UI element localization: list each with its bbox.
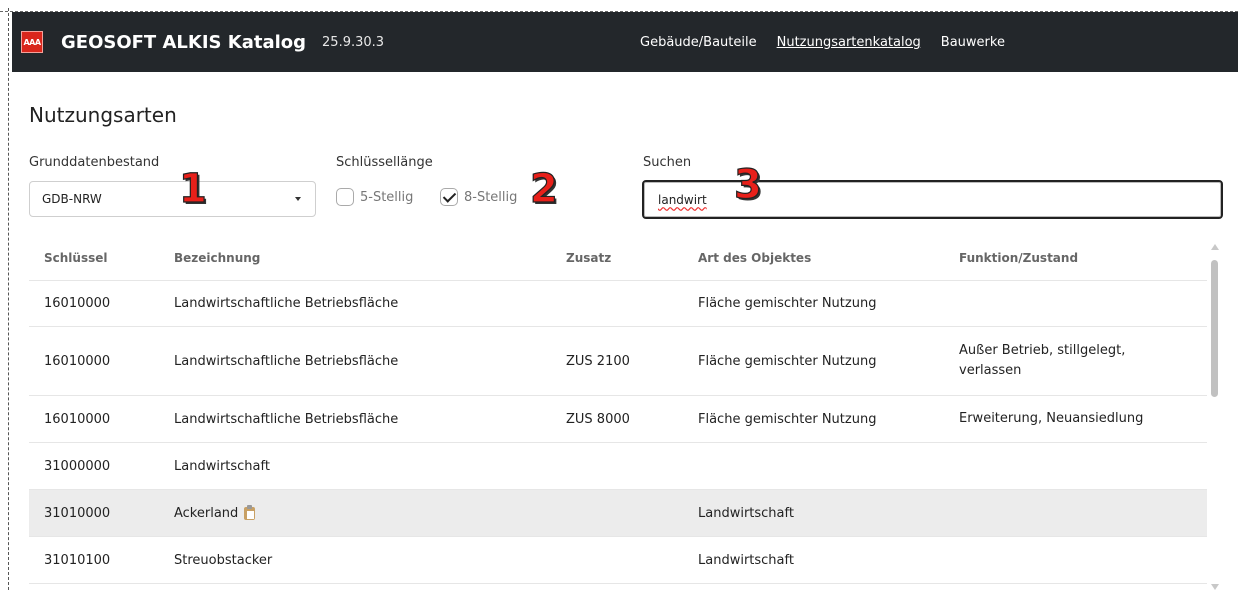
cell-funktion [959, 443, 1189, 489]
clipboard-icon[interactable] [244, 504, 256, 520]
grunddatenbestand-label: Grunddatenbestand [29, 155, 160, 170]
navbar: AAA GEOSOFT ALKIS Katalog 25.9.30.3 Gebä… [12, 12, 1238, 72]
results-table: Schlüssel Bezeichnung Zusatz Art des Obj… [29, 236, 1207, 584]
column-header-zusatz[interactable]: Zusatz [566, 236, 611, 280]
checkbox-box-5[interactable] [336, 188, 354, 206]
nav-nutzungsartenkatalog[interactable]: Nutzungsartenkatalog [777, 35, 921, 50]
cell-schluessel: 16010000 [44, 296, 111, 311]
cell-bezeichnung: Landwirtschaftliche Betriebsfläche [174, 353, 399, 369]
search-input[interactable]: landwirt [642, 180, 1223, 219]
column-header-funktion-zustand[interactable]: Funktion/Zustand [959, 236, 1189, 280]
column-header-schluessel[interactable]: Schlüssel [44, 236, 108, 280]
cell-schluessel: 31000000 [44, 458, 111, 474]
checkbox-box-8[interactable] [440, 188, 458, 206]
cell-bezeichnung: Ackerland [174, 505, 239, 521]
cell-art: Fläche gemischter Nutzung [698, 296, 877, 311]
scrollbar-thumb[interactable] [1211, 260, 1218, 397]
window-frame-top [0, 0, 1238, 12]
version-label: 25.9.30.3 [322, 34, 385, 50]
grunddatenbestand-value: GDB-NRW [42, 192, 102, 206]
checkbox-5-stellig[interactable]: 5-Stellig [336, 188, 413, 206]
scroll-up-arrow-icon[interactable] [1211, 244, 1219, 250]
checkbox-8-stellig[interactable]: 8-Stellig [440, 188, 517, 206]
schluessellaenge-label: Schlüssellänge [336, 155, 433, 170]
column-header-art-des-objektes[interactable]: Art des Objektes [698, 236, 811, 280]
checkbox-5-label: 5-Stellig [360, 189, 414, 205]
cell-schluessel: 16010000 [44, 411, 111, 427]
cell-schluessel: 16010000 [44, 353, 111, 369]
annotation-3: 3 [733, 162, 762, 208]
cell-funktion: Erweiterung, Neuansiedlung [959, 411, 1144, 426]
table-header: Schlüssel Bezeichnung Zusatz Art des Obj… [29, 236, 1207, 281]
annotation-1: 1 [178, 166, 207, 212]
column-header-bezeichnung[interactable]: Bezeichnung [174, 236, 260, 280]
cell-funktion [959, 281, 1189, 326]
cell-bezeichnung: Landwirtschaft [174, 458, 270, 474]
table-row[interactable]: 31010100 Streuobstacker Landwirtschaft [29, 537, 1207, 584]
cell-schluessel: 31010000 [44, 505, 111, 521]
annotation-2: 2 [529, 166, 558, 212]
cell-bezeichnung: Streuobstacker [174, 552, 273, 568]
grunddatenbestand-select[interactable]: GDB-NRW [29, 181, 316, 217]
cell-art: Landwirtschaft [698, 505, 794, 521]
search-label: Suchen [643, 155, 692, 170]
page-title: Nutzungsarten [29, 103, 177, 127]
cell-art: Fläche gemischter Nutzung [698, 411, 877, 427]
table-row[interactable]: 16010000 Landwirtschaftliche Betriebsflä… [29, 281, 1207, 327]
cell-bezeichnung: Landwirtschaftliche Betriebsfläche [174, 411, 399, 427]
chevron-down-icon [295, 197, 301, 201]
table-row[interactable]: 31000000 Landwirtschaft [29, 443, 1207, 490]
scroll-down-arrow-icon[interactable] [1211, 584, 1219, 590]
cell-bezeichnung: Landwirtschaftliche Betriebsfläche [174, 296, 399, 311]
cell-art: Landwirtschaft [698, 552, 794, 568]
table-scrollbar[interactable] [1208, 236, 1222, 590]
nav-bauwerke[interactable]: Bauwerke [941, 35, 1005, 50]
cell-schluessel: 31010100 [44, 552, 111, 568]
table-row-highlighted[interactable]: 31010000 Ackerland Landwirtschaft [29, 490, 1207, 537]
table-row[interactable]: 16010000 Landwirtschaftliche Betriebsflä… [29, 396, 1207, 443]
cell-funktion [959, 490, 1189, 536]
cell-funktion: Außer Betrieb, stillgelegt, verlassen [959, 343, 1126, 378]
checkbox-8-label: 8-Stellig [464, 189, 518, 205]
cell-art: Fläche gemischter Nutzung [698, 353, 877, 369]
cell-zusatz: ZUS 8000 [566, 411, 630, 427]
cell-zusatz: ZUS 2100 [566, 353, 630, 369]
search-value: landwirt [658, 192, 707, 207]
window-frame-left [8, 8, 9, 590]
nav-gebaeude-bauteile[interactable]: Gebäude/Bauteile [640, 35, 757, 50]
table-row[interactable]: 16010000 Landwirtschaftliche Betriebsflä… [29, 327, 1207, 396]
brand-title[interactable]: GEOSOFT ALKIS Katalog [61, 32, 306, 53]
main-nav: Gebäude/Bauteile Nutzungsartenkatalog Ba… [640, 12, 1025, 72]
app-logo[interactable]: AAA [21, 31, 43, 53]
cell-bezeichnung-wrap: Ackerland [174, 490, 256, 536]
cell-funktion [959, 537, 1189, 583]
